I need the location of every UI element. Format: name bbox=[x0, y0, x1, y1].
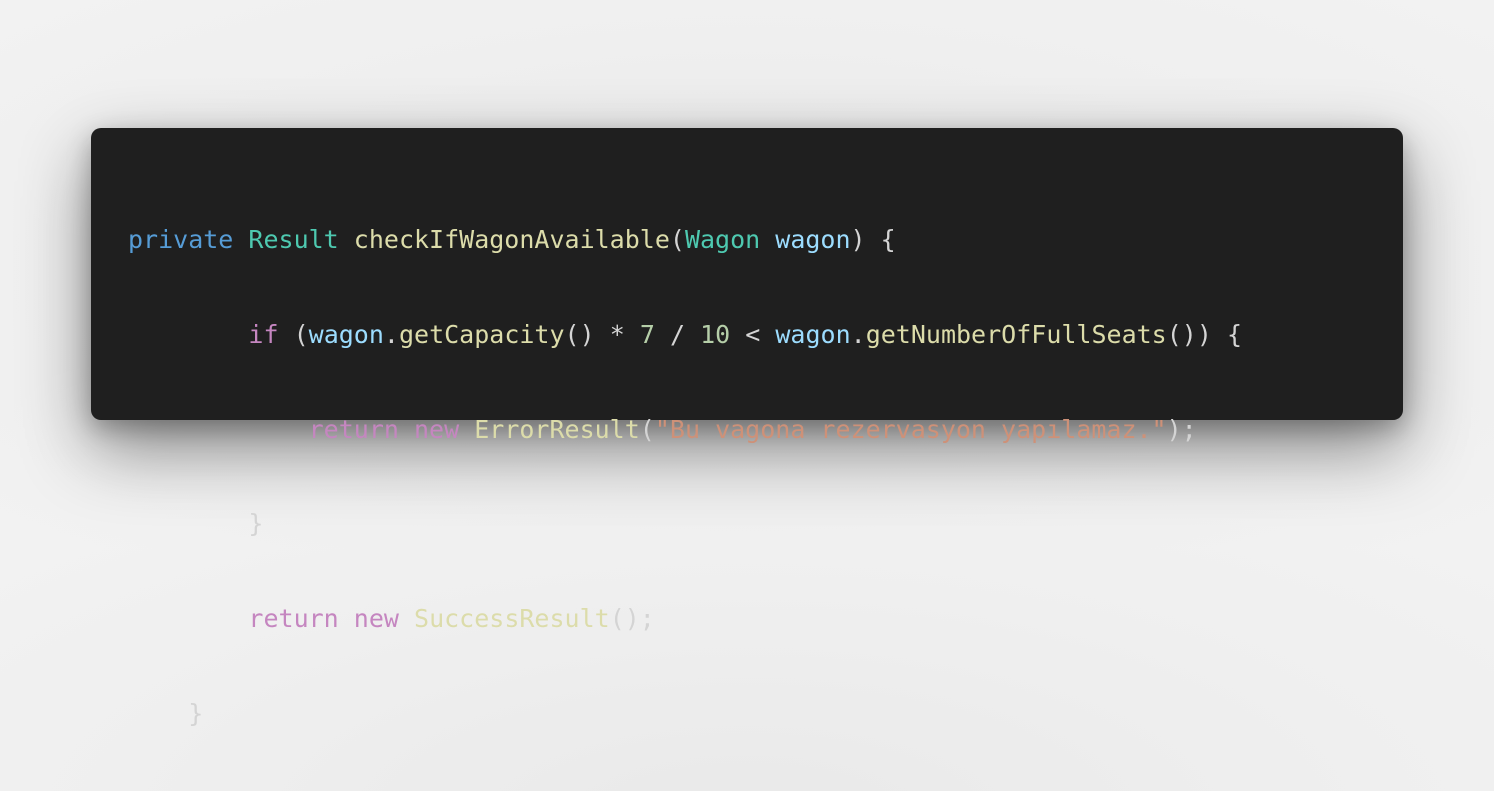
token-close: ()) { bbox=[1166, 319, 1242, 349]
token-return-keyword: return bbox=[308, 414, 399, 444]
code-line-2: if (wagon.getCapacity() * 7 / 10 < wagon… bbox=[128, 317, 1242, 354]
token-close: (); bbox=[609, 604, 655, 634]
code-snippet-window: private Result checkIfWagonAvailable(Wag… bbox=[91, 128, 1403, 728]
token-dot: . bbox=[850, 319, 866, 349]
token-string-literal: "Bu vagona rezervasyon yapılamaz." bbox=[654, 414, 1167, 444]
token-op-multiply: * bbox=[609, 319, 625, 349]
token-parens: () bbox=[564, 319, 610, 349]
token-close-brace: } bbox=[248, 509, 264, 539]
token-return-keyword: return bbox=[248, 604, 339, 634]
token-number-7: 7 bbox=[639, 319, 655, 349]
token-dot: . bbox=[383, 319, 399, 349]
token-new-keyword: new bbox=[414, 414, 460, 444]
token-if-keyword: if bbox=[248, 319, 279, 349]
token-close: ); bbox=[1166, 414, 1197, 444]
token-close: ) { bbox=[850, 225, 896, 254]
token-number-10: 10 bbox=[700, 319, 731, 349]
token-open: ( bbox=[639, 414, 655, 444]
code-line-4: } bbox=[128, 506, 1242, 543]
token-var-wagon: wagon bbox=[775, 319, 851, 349]
token-close-brace: } bbox=[188, 698, 204, 728]
token-return-type: Result bbox=[248, 225, 339, 254]
token-open: ( bbox=[278, 319, 309, 349]
token-call-get-capacity: getCapacity bbox=[398, 319, 565, 349]
code-line-1: private Result checkIfWagonAvailable(Wag… bbox=[128, 222, 1242, 259]
code-line-6: } bbox=[128, 696, 1242, 733]
code-line-3: return new ErrorResult("Bu vagona rezerv… bbox=[128, 412, 1242, 449]
token-param-name: wagon bbox=[775, 225, 851, 254]
token-open-paren: ( bbox=[669, 225, 685, 254]
token-new-keyword: new bbox=[353, 604, 399, 634]
code-block: private Result checkIfWagonAvailable(Wag… bbox=[128, 164, 1242, 791]
token-modifier: private bbox=[128, 225, 234, 254]
token-op-divide: / bbox=[669, 319, 686, 349]
token-class-success-result: SuccessResult bbox=[414, 604, 610, 634]
token-method-name: checkIfWagonAvailable bbox=[353, 225, 670, 254]
token-var-wagon: wagon bbox=[308, 319, 384, 349]
token-op-less-than: < bbox=[745, 319, 761, 349]
token-param-type: Wagon bbox=[684, 225, 761, 254]
token-call-get-number-of-full-seats: getNumberOfFullSeats bbox=[865, 319, 1167, 349]
code-line-5: return new SuccessResult(); bbox=[128, 601, 1242, 638]
token-class-error-result: ErrorResult bbox=[474, 414, 640, 444]
